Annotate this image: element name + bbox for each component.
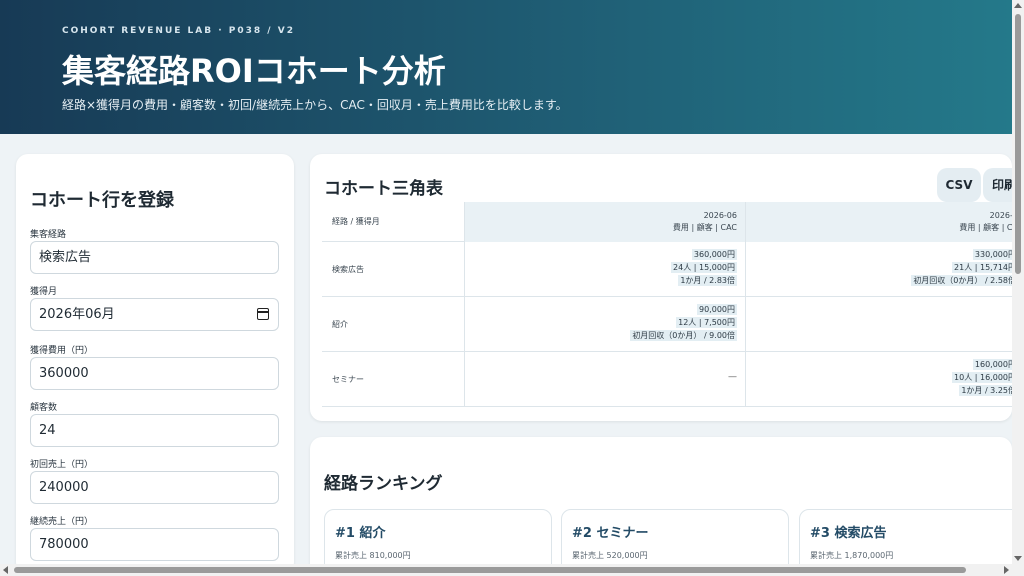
horizontal-scrollbar[interactable] bbox=[0, 564, 1024, 576]
cell-cost: 160,000円 bbox=[972, 359, 1012, 370]
cell-customers-cac: 12人 | 7,500円 bbox=[676, 317, 737, 328]
customers-label: 顧客数 bbox=[30, 403, 58, 413]
page-header: COHORT REVENUE LAB · P038 / V2 集客経路ROIコホ… bbox=[0, 0, 1012, 134]
cell-payback-ratio: 1か月 / 2.83倍 bbox=[678, 275, 737, 286]
table-row: 検索広告 360,000円 24人 | 15,000円 1か月 / 2.83倍 … bbox=[322, 242, 1012, 297]
cohort-triangle-panel: コホート三角表 CSV 印刷 経路 / 獲得月 2026-06 費用 | 顧客 … bbox=[310, 154, 1012, 421]
scroll-down-icon[interactable] bbox=[1014, 556, 1022, 561]
month-label: 獲得月 bbox=[30, 287, 58, 297]
ranking-card-revenue: 累計売上 520,000円 bbox=[572, 551, 648, 560]
form-title: コホート行を登録 bbox=[30, 190, 174, 211]
col-header: 2026-06 費用 | 顧客 | CAC bbox=[464, 202, 745, 242]
ranking-card-revenue: 累計売上 810,000円 bbox=[335, 551, 411, 560]
cost-input[interactable]: 360000 bbox=[30, 357, 279, 390]
col-header-channel: 経路 / 獲得月 bbox=[332, 217, 380, 226]
cohort-table: 経路 / 獲得月 2026-06 費用 | 顧客 | CAC 2026-0 費用… bbox=[322, 202, 1012, 407]
ranking-title: 経路ランキング bbox=[324, 474, 443, 494]
month-value: 2026年06月 bbox=[39, 307, 115, 322]
col-sub: 費用 | 顧客 | CAC bbox=[672, 223, 737, 232]
recurring-revenue-label: 継続売上（円） bbox=[30, 517, 94, 527]
cell-customers-cac: 21人 | 15,714円 bbox=[952, 262, 1012, 273]
table-cell: 90,000円 12人 | 7,500円 初月回収（0か月） / 9.00倍 bbox=[464, 297, 745, 352]
ranking-panel: 経路ランキング #1 紹介 累計売上 810,000円 #2 セミナー 累計売上… bbox=[310, 437, 1012, 576]
print-button[interactable]: 印刷 bbox=[983, 168, 1012, 202]
customers-input[interactable]: 24 bbox=[30, 414, 279, 447]
triangle-title: コホート三角表 bbox=[324, 179, 443, 199]
cell-payback-ratio: 初月回収（0か月） / 2.58倍 bbox=[911, 275, 1012, 286]
scroll-up-icon[interactable] bbox=[1014, 3, 1022, 8]
table-cell: - bbox=[745, 297, 1012, 352]
table-cell: 360,000円 24人 | 15,000円 1か月 / 2.83倍 bbox=[464, 242, 745, 297]
page-description: 経路×獲得月の費用・顧客数・初回/継続売上から、CAC・回収月・売上費用比を比較… bbox=[62, 98, 568, 112]
cell-cost: 330,000円 bbox=[972, 249, 1012, 260]
cell-payback-ratio: 1か月 / 3.25倍 bbox=[959, 385, 1012, 396]
cell-customers-cac: 10人 | 16,000円 bbox=[952, 372, 1012, 383]
csv-button[interactable]: CSV bbox=[937, 168, 981, 202]
month-input[interactable]: 2026年06月 bbox=[30, 298, 279, 331]
table-cell: — bbox=[464, 352, 745, 407]
recurring-revenue-input[interactable]: 780000 bbox=[30, 528, 279, 561]
cost-label: 獲得費用（円） bbox=[30, 346, 94, 356]
cell-cost: 90,000円 bbox=[697, 304, 737, 315]
row-label: 紹介 bbox=[332, 320, 348, 329]
col-sub: 費用 | 顧客 | CA bbox=[959, 223, 1012, 232]
table-cell: 330,000円 21人 | 15,714円 初月回収（0か月） / 2.58倍 bbox=[745, 242, 1012, 297]
cell-payback-ratio: 初月回収（0か月） / 9.00倍 bbox=[630, 330, 737, 341]
cell-empty: — bbox=[728, 372, 737, 382]
cell-cost: 360,000円 bbox=[691, 249, 737, 260]
col-month: 2026-0 bbox=[989, 211, 1012, 220]
ranking-card-title: #2 セミナー bbox=[572, 526, 649, 541]
table-cell: 160,000円 10人 | 16,000円 1か月 / 3.25倍 bbox=[745, 352, 1012, 407]
row-label: セミナー bbox=[332, 375, 364, 384]
scroll-left-icon[interactable] bbox=[3, 566, 8, 574]
channel-input[interactable]: 検索広告 bbox=[30, 241, 279, 274]
ranking-card-revenue: 累計売上 1,870,000円 bbox=[810, 551, 894, 560]
ranking-card-title: #1 紹介 bbox=[335, 526, 386, 541]
col-header: 2026-0 費用 | 顧客 | CA bbox=[745, 202, 1012, 242]
first-revenue-label: 初回売上（円） bbox=[30, 460, 94, 470]
vertical-scroll-thumb[interactable] bbox=[1015, 14, 1021, 274]
page-title: 集客経路ROIコホート分析 bbox=[62, 52, 446, 90]
col-month: 2026-06 bbox=[703, 211, 737, 220]
cohort-form-panel: コホート行を登録 集客経路 検索広告 獲得月 2026年06月 獲得費用（円） … bbox=[16, 154, 294, 574]
row-label: 検索広告 bbox=[332, 265, 364, 274]
table-row: セミナー — 160,000円 10人 | 16,000円 1か月 / 3.25… bbox=[322, 352, 1012, 407]
cell-customers-cac: 24人 | 15,000円 bbox=[671, 262, 737, 273]
channel-label: 集客経路 bbox=[30, 230, 67, 240]
ranking-card-title: #3 検索広告 bbox=[810, 526, 887, 541]
table-row: 紹介 90,000円 12人 | 7,500円 初月回収（0か月） / 9.00… bbox=[322, 297, 1012, 352]
vertical-scrollbar[interactable] bbox=[1012, 0, 1024, 564]
horizontal-scroll-thumb[interactable] bbox=[14, 567, 966, 573]
scroll-right-icon[interactable] bbox=[1004, 566, 1009, 574]
first-revenue-input[interactable]: 240000 bbox=[30, 471, 279, 504]
eyebrow: COHORT REVENUE LAB · P038 / V2 bbox=[62, 26, 295, 36]
table-header-row: 経路 / 獲得月 2026-06 費用 | 顧客 | CAC 2026-0 費用… bbox=[322, 202, 1012, 242]
calendar-icon[interactable] bbox=[257, 308, 269, 320]
